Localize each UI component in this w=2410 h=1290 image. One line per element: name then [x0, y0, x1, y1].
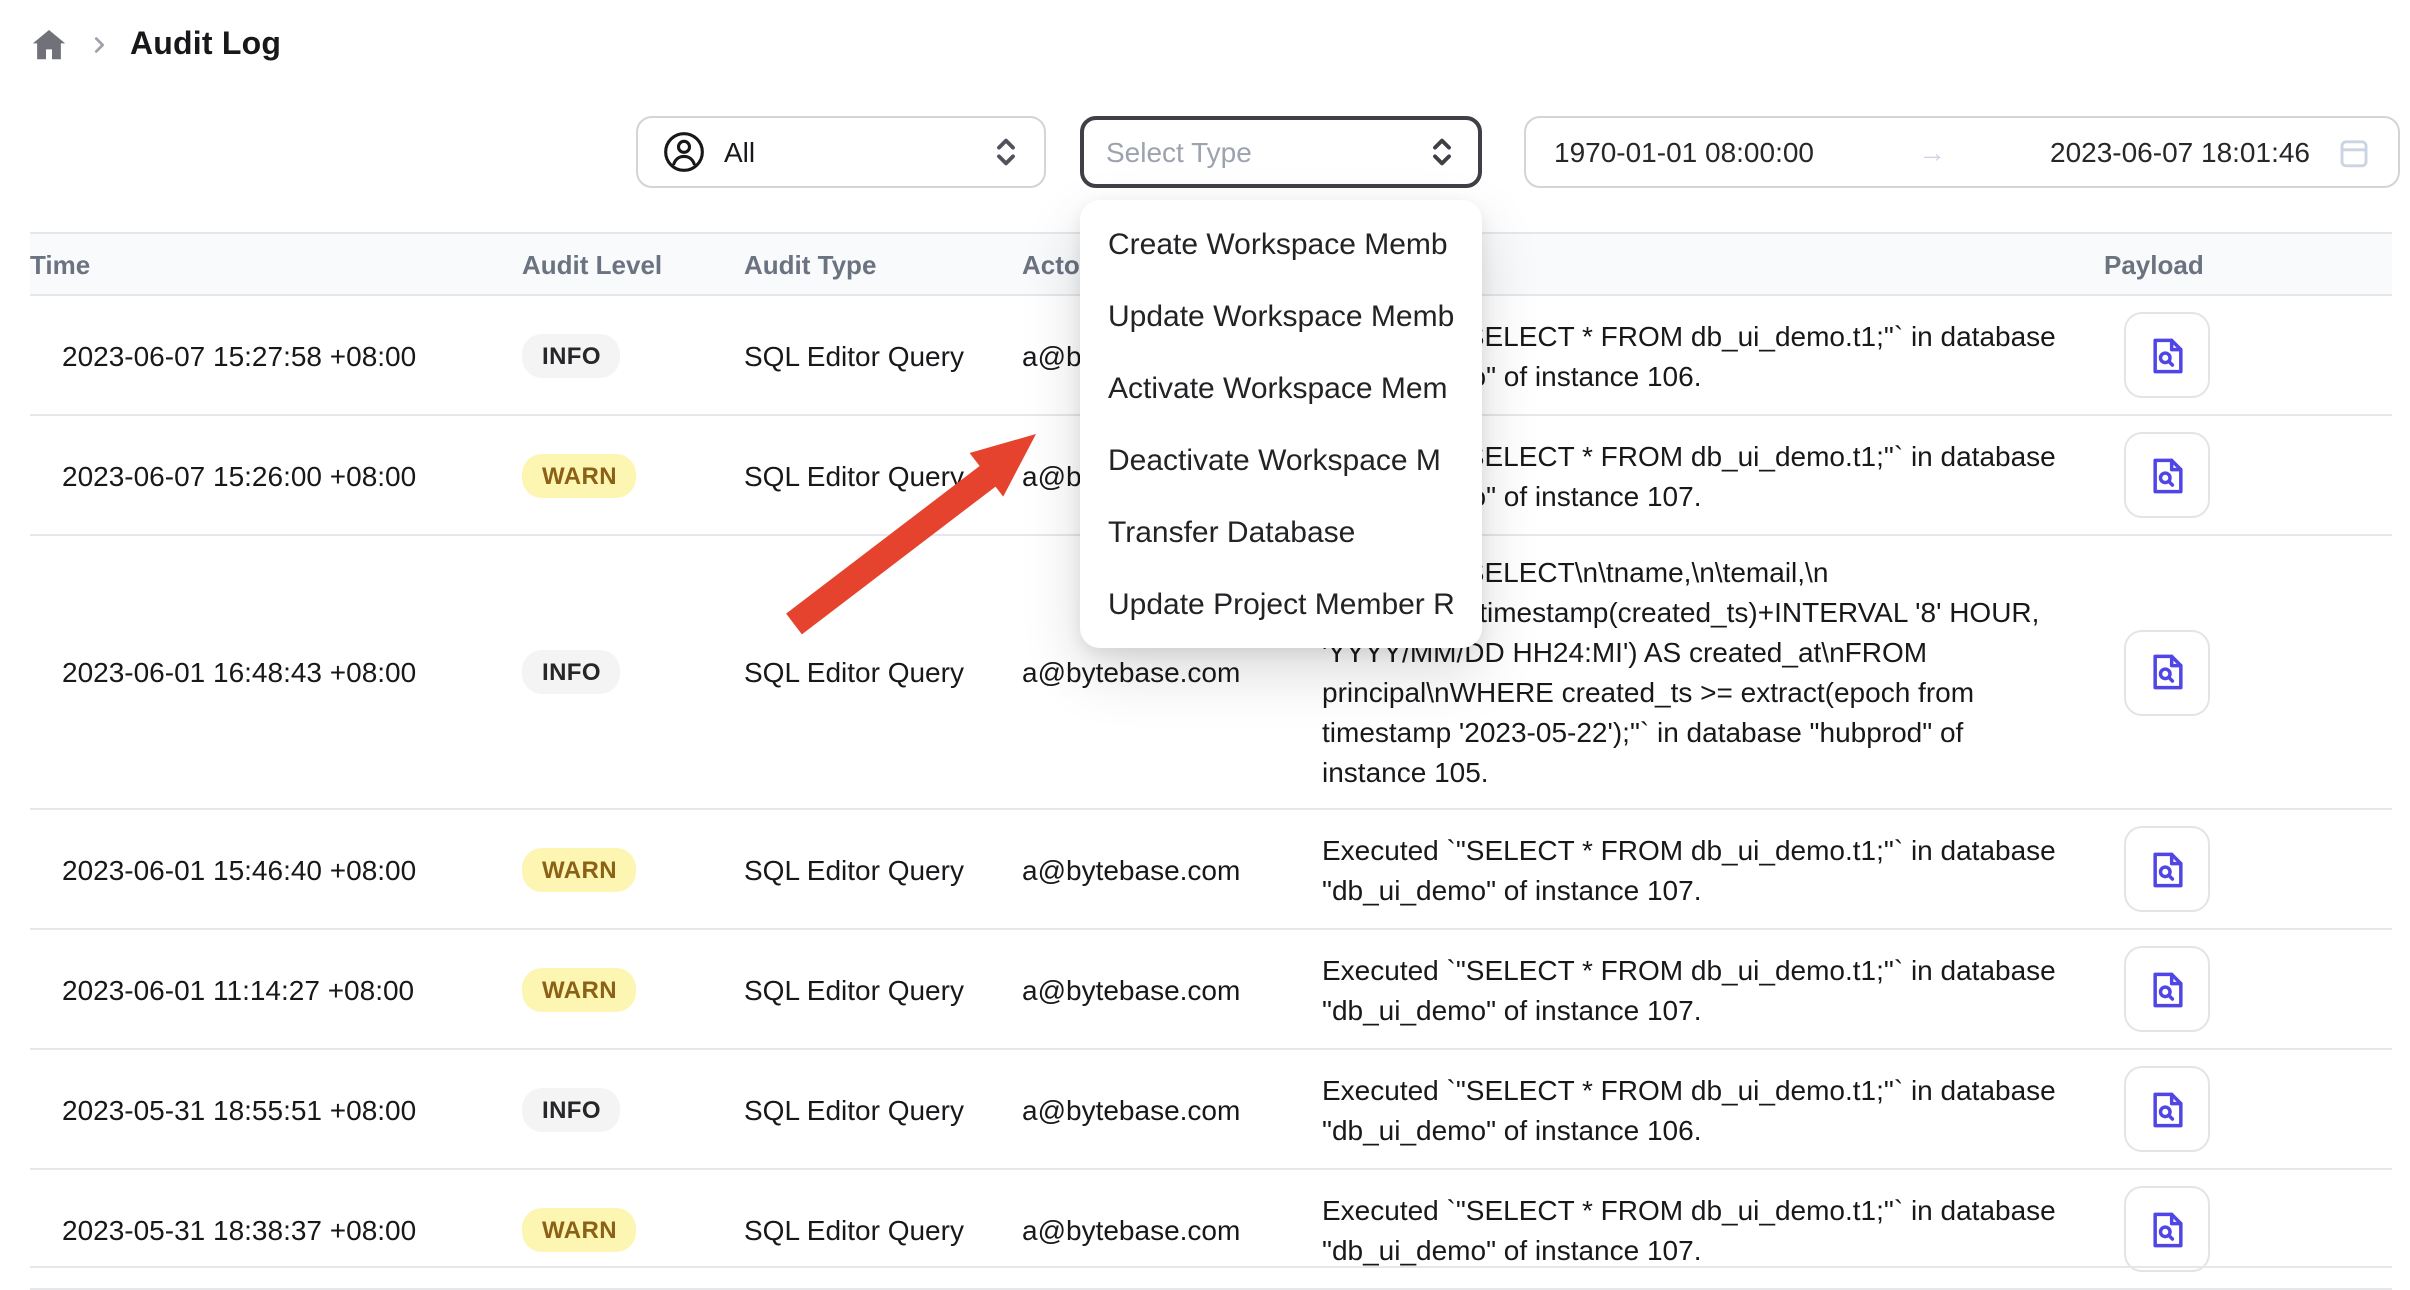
row-audit-type: SQL Editor Query	[744, 1073, 1022, 1145]
column-header-time: Time	[30, 249, 522, 279]
row-comment: Executed `"SELECT * FROM db_ui_demo.t1;"…	[1322, 1173, 2104, 1285]
type-dropdown-item[interactable]: Create Workspace Memb	[1080, 208, 1482, 280]
payload-view-button[interactable]	[2124, 1186, 2210, 1272]
row-payload	[2104, 613, 2392, 731]
audit-log-page: Audit Log All Select Type	[0, 0, 2410, 1268]
audit-level-badge: INFO	[522, 1087, 621, 1131]
row-payload	[2104, 810, 2392, 928]
row-time: 2023-06-01 11:14:27 +08:00	[30, 953, 522, 1025]
row-audit-level: INFO	[522, 317, 744, 393]
file-search-icon	[2145, 333, 2189, 377]
row-comment: Executed `"SELECT * FROM db_ui_demo.t1;"…	[1322, 813, 2104, 925]
row-actor: a@bytebase.com	[1022, 833, 1322, 905]
payload-view-button[interactable]	[2124, 826, 2210, 912]
arrow-right-icon: →	[1814, 136, 2050, 168]
table-row: 2023-05-31 18:55:51 +08:00 INFO SQL Edit…	[30, 1050, 2392, 1170]
row-audit-type: SQL Editor Query	[744, 636, 1022, 708]
file-search-icon	[2145, 453, 2189, 497]
payload-view-button[interactable]	[2124, 629, 2210, 715]
row-audit-level: WARN	[522, 437, 744, 513]
payload-view-button[interactable]	[2124, 1066, 2210, 1152]
row-time: 2023-05-31 18:38:37 +08:00	[30, 1193, 522, 1265]
payload-view-button[interactable]	[2124, 946, 2210, 1032]
breadcrumb: Audit Log	[30, 26, 281, 64]
audit-level-badge: WARN	[522, 1207, 637, 1251]
actor-filter-select[interactable]: All	[636, 116, 1046, 188]
home-icon[interactable]	[30, 26, 68, 64]
file-search-icon	[2145, 967, 2189, 1011]
table-row: 2023-06-01 15:46:40 +08:00 WARN SQL Edit…	[30, 810, 2392, 930]
row-audit-type: SQL Editor Query	[744, 953, 1022, 1025]
row-actor: a@bytebase.com	[1022, 953, 1322, 1025]
row-time: 2023-05-31 18:55:51 +08:00	[30, 1073, 522, 1145]
row-payload	[2104, 1050, 2392, 1168]
table-row: 2023-05-31 18:38:37 +08:00 WARN SQL Edit…	[30, 1170, 2392, 1290]
type-dropdown-menu: Create Workspace MembUpdate Workspace Me…	[1080, 200, 1482, 648]
row-audit-level: WARN	[522, 951, 744, 1027]
selector-up-down-icon	[992, 136, 1020, 168]
audit-type-placeholder: Select Type	[1106, 136, 1252, 168]
file-search-icon	[2145, 650, 2189, 694]
audit-level-badge: WARN	[522, 453, 637, 497]
payload-view-button[interactable]	[2124, 432, 2210, 518]
row-payload	[2104, 416, 2392, 534]
row-audit-level: INFO	[522, 634, 744, 710]
row-payload	[2104, 930, 2392, 1048]
row-audit-type: SQL Editor Query	[744, 1193, 1022, 1265]
row-audit-level: WARN	[522, 1191, 744, 1267]
type-dropdown-item[interactable]: Transfer Database	[1080, 496, 1482, 568]
row-time: 2023-06-07 15:26:00 +08:00	[30, 439, 522, 511]
user-circle-icon	[662, 130, 706, 174]
audit-level-badge: INFO	[522, 333, 621, 377]
column-header-audit-type: Audit Type	[744, 249, 1022, 279]
column-header-payload: Payload	[2104, 249, 2392, 279]
row-audit-level: INFO	[522, 1071, 744, 1147]
column-header-audit-level: Audit Level	[522, 249, 744, 279]
chevron-right-icon	[88, 34, 110, 56]
page-title: Audit Log	[130, 27, 281, 63]
calendar-icon	[2338, 135, 2370, 169]
row-audit-type: SQL Editor Query	[744, 833, 1022, 905]
row-comment: Executed `"SELECT * FROM db_ui_demo.t1;"…	[1322, 1053, 2104, 1165]
type-dropdown-item[interactable]: Update Workspace Memb	[1080, 280, 1482, 352]
row-actor: a@bytebase.com	[1022, 1073, 1322, 1145]
file-search-icon	[2145, 847, 2189, 891]
row-time: 2023-06-01 16:48:43 +08:00	[30, 636, 522, 708]
audit-level-badge: INFO	[522, 650, 621, 694]
audit-level-badge: WARN	[522, 967, 637, 1011]
audit-type-filter-select[interactable]: Select Type	[1080, 116, 1482, 188]
row-time: 2023-06-07 15:27:58 +08:00	[30, 319, 522, 391]
row-audit-type: SQL Editor Query	[744, 439, 1022, 511]
row-payload	[2104, 1170, 2392, 1288]
actor-filter-value: All	[724, 136, 755, 168]
payload-view-button[interactable]	[2124, 312, 2210, 398]
row-actor: a@bytebase.com	[1022, 1193, 1322, 1265]
type-dropdown-item[interactable]: Deactivate Workspace M	[1080, 424, 1482, 496]
row-time: 2023-06-01 15:46:40 +08:00	[30, 833, 522, 905]
file-search-icon	[2145, 1207, 2189, 1251]
date-range-start[interactable]: 1970-01-01 08:00:00	[1554, 136, 1814, 168]
row-audit-level: WARN	[522, 831, 744, 907]
date-range-picker[interactable]: 1970-01-01 08:00:00 → 2023-06-07 18:01:4…	[1524, 116, 2400, 188]
table-row: 2023-06-01 11:14:27 +08:00 WARN SQL Edit…	[30, 930, 2392, 1050]
type-dropdown-item[interactable]: Activate Workspace Mem	[1080, 352, 1482, 424]
audit-level-badge: WARN	[522, 847, 637, 891]
selector-up-down-icon	[1428, 136, 1456, 168]
row-audit-type: SQL Editor Query	[744, 319, 1022, 391]
type-dropdown-item[interactable]: Update Project Member R	[1080, 568, 1482, 640]
file-search-icon	[2145, 1087, 2189, 1131]
row-payload	[2104, 296, 2392, 414]
filter-bar: All Select Type 1970-01-01 08:00:00 → 20…	[0, 116, 2410, 188]
date-range-end[interactable]: 2023-06-07 18:01:46	[2050, 136, 2310, 168]
row-comment: Executed `"SELECT * FROM db_ui_demo.t1;"…	[1322, 933, 2104, 1045]
